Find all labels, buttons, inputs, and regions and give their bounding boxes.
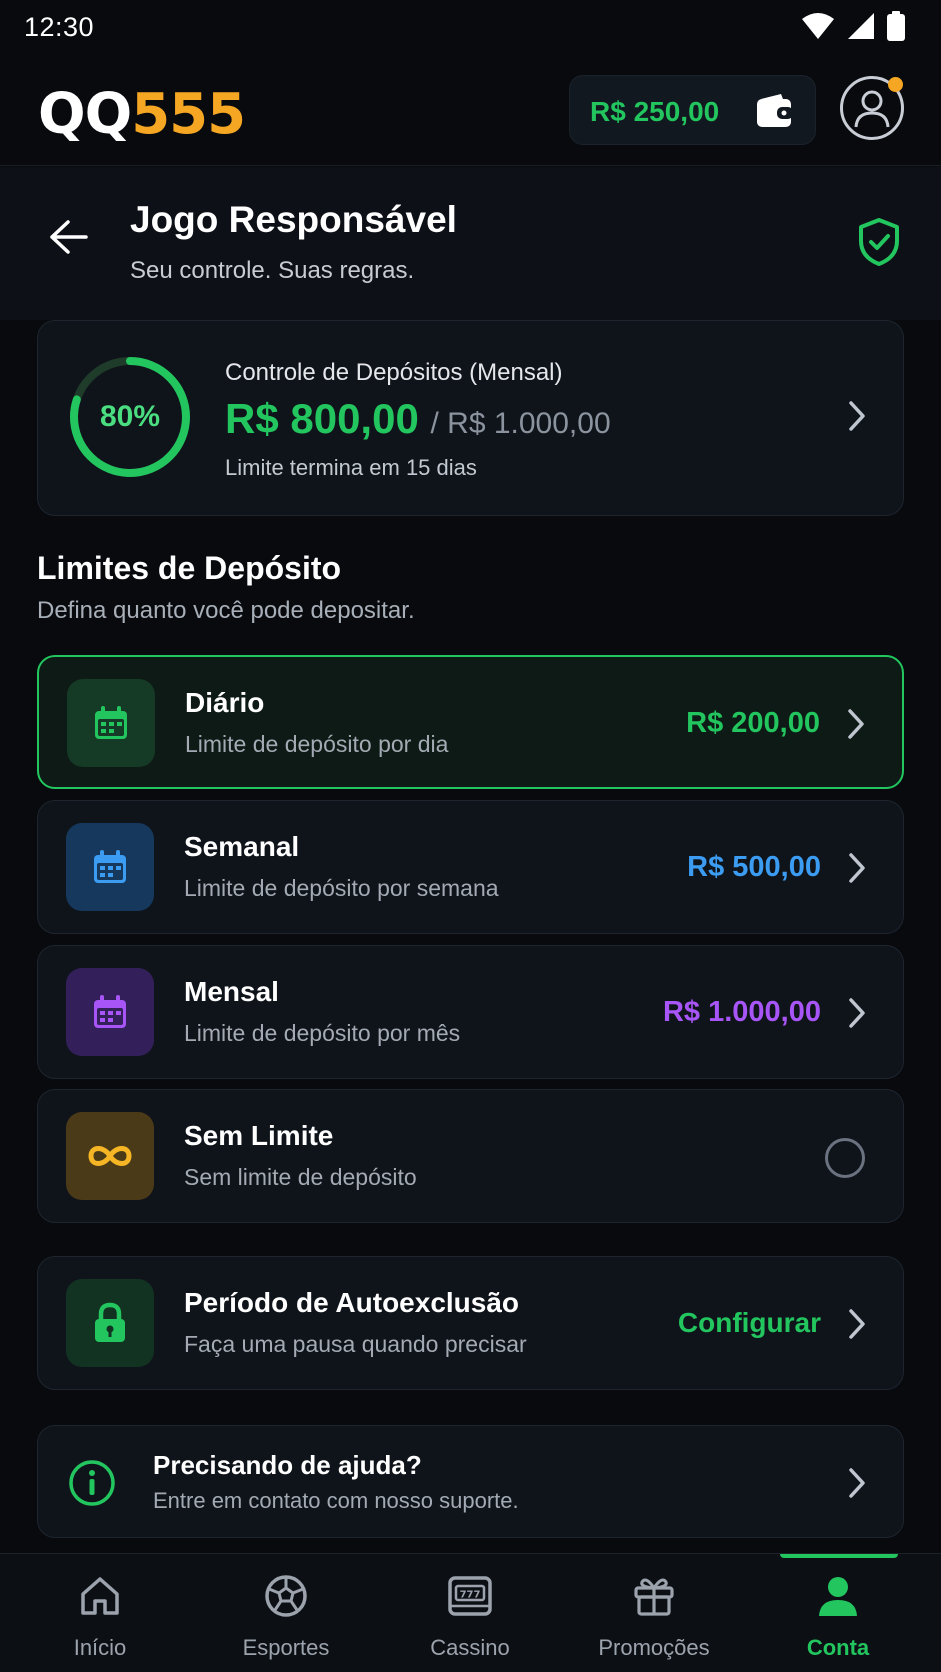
battery-icon bbox=[887, 11, 905, 41]
help-card[interactable]: Precisando de ajuda? Entre em contato co… bbox=[37, 1425, 904, 1538]
nav-label: Cassino bbox=[430, 1635, 510, 1660]
home-icon bbox=[81, 1577, 119, 1615]
nav-sports[interactable]: Esportes bbox=[194, 1554, 378, 1672]
app-header: QQ555 R$ 250,00 bbox=[0, 56, 941, 166]
limit-value: R$ 500,00 bbox=[687, 851, 821, 883]
limit-title: Semanal bbox=[184, 831, 300, 862]
notification-dot bbox=[888, 77, 903, 92]
progress-percent: 80% bbox=[99, 400, 161, 433]
nav-account[interactable]: Conta bbox=[746, 1554, 930, 1672]
screen: 12:30 QQ555 R$ 250,00 Jogo Responsável S… bbox=[0, 0, 941, 1672]
limit-subtitle: Limite de depósito por dia bbox=[185, 731, 449, 757]
page-header: Jogo Responsável Seu controle. Suas regr… bbox=[0, 167, 941, 320]
gift-icon bbox=[634, 1578, 674, 1616]
calendar-icon bbox=[94, 850, 126, 883]
nav-label: Promoções bbox=[598, 1635, 710, 1660]
help-subtitle: Entre em contato com nosso suporte. bbox=[153, 1488, 519, 1513]
self-exclusion-subtitle: Faça uma pausa quando precisar bbox=[184, 1331, 527, 1357]
nav-home[interactable]: Início bbox=[8, 1554, 192, 1672]
summary-label: Controle de Depósitos (Mensal) bbox=[225, 359, 563, 386]
bottom-navigation: Início Esportes 777 Cassino Promoções Co… bbox=[0, 1553, 941, 1672]
limit-icon-box bbox=[66, 823, 154, 911]
svg-text:777: 777 bbox=[460, 1590, 481, 1601]
section-title: Limites de Depósito bbox=[37, 550, 342, 586]
limit-subtitle: Sem limite de depósito bbox=[184, 1164, 417, 1190]
chevron-right-icon bbox=[848, 709, 864, 739]
user-icon bbox=[819, 1577, 857, 1616]
summary-note: Limite termina em 15 dias bbox=[225, 455, 477, 480]
limit-option-monthly[interactable]: Mensal Limite de depósito por mês R$ 1.0… bbox=[37, 945, 904, 1079]
logo-accent: 555 bbox=[131, 82, 246, 147]
logo[interactable]: QQ555 bbox=[38, 82, 246, 147]
page-subtitle: Seu controle. Suas regras. bbox=[130, 257, 415, 284]
page-title: Jogo Responsável bbox=[130, 199, 457, 240]
help-title: Precisando de ajuda? bbox=[153, 1450, 422, 1480]
chevron-right-icon bbox=[849, 998, 865, 1028]
balance-value: R$ 250,00 bbox=[590, 96, 720, 127]
info-icon bbox=[69, 1460, 115, 1506]
configure-link[interactable]: Configurar bbox=[678, 1307, 821, 1339]
system-icons bbox=[801, 11, 905, 41]
self-exclusion-card[interactable]: Período de Autoexclusão Faça uma pausa q… bbox=[37, 1256, 904, 1390]
slot-machine-icon: 777 bbox=[448, 1576, 492, 1616]
amount-limit: / R$ 1.000,00 bbox=[430, 407, 611, 440]
balance-button[interactable]: R$ 250,00 bbox=[569, 75, 816, 145]
nav-casino[interactable]: 777 Cassino bbox=[378, 1554, 562, 1672]
infinity-icon bbox=[88, 1146, 132, 1166]
status-bar: 12:30 bbox=[0, 0, 941, 56]
radio-button[interactable] bbox=[825, 1138, 865, 1178]
chevron-right-icon bbox=[849, 853, 865, 883]
limit-subtitle: Limite de depósito por mês bbox=[184, 1020, 461, 1046]
nav-promotions[interactable]: Promoções bbox=[562, 1554, 746, 1672]
chevron-right-icon bbox=[849, 1468, 865, 1498]
amount-used: R$ 800,00 bbox=[225, 395, 419, 442]
status-time: 12:30 bbox=[24, 12, 95, 42]
nav-label: Início bbox=[73, 1635, 127, 1660]
lock-icon bbox=[95, 1302, 125, 1342]
chevron-right-icon bbox=[849, 1309, 865, 1339]
limit-icon-box bbox=[66, 968, 154, 1056]
limit-value: R$ 1.000,00 bbox=[662, 996, 821, 1028]
nav-label: Esportes bbox=[242, 1635, 330, 1660]
limit-option-weekly[interactable]: Semanal Limite de depósito por semana R$… bbox=[37, 800, 904, 934]
cell-signal-icon bbox=[848, 13, 874, 39]
deposit-control-card[interactable]: 80% Controle de Depósitos (Mensal) R$ 80… bbox=[37, 320, 904, 516]
shield-check-icon bbox=[859, 218, 899, 266]
limit-value: R$ 200,00 bbox=[686, 707, 820, 739]
limit-subtitle: Limite de depósito por semana bbox=[184, 875, 499, 901]
summary-amount: R$ 800,00 / R$ 1.000,00 bbox=[225, 395, 611, 443]
back-arrow-icon[interactable] bbox=[48, 219, 90, 255]
limit-icon-box bbox=[66, 1112, 154, 1200]
ball-icon bbox=[265, 1575, 307, 1617]
limit-option-daily[interactable]: Diário Limite de depósito por dia R$ 200… bbox=[37, 655, 904, 789]
lock-icon-box bbox=[66, 1279, 154, 1367]
limit-icon-box bbox=[67, 679, 155, 767]
nav-label: Conta bbox=[806, 1635, 870, 1660]
profile-avatar[interactable] bbox=[840, 76, 904, 140]
limit-option-unlimited[interactable]: Sem Limite Sem limite de depósito bbox=[37, 1089, 904, 1223]
logo-primary: QQ bbox=[38, 82, 132, 147]
wallet-icon bbox=[757, 94, 793, 127]
chevron-right-icon bbox=[849, 401, 865, 431]
limit-title: Diário bbox=[185, 687, 265, 718]
calendar-icon bbox=[94, 995, 126, 1028]
limit-title: Mensal bbox=[184, 976, 279, 1007]
section-subtitle: Defina quanto você pode depositar. bbox=[37, 597, 415, 624]
self-exclusion-title: Período de Autoexclusão bbox=[184, 1287, 520, 1318]
wifi-icon bbox=[802, 13, 834, 39]
limit-title: Sem Limite bbox=[184, 1120, 334, 1151]
calendar-icon bbox=[95, 706, 127, 739]
progress-ring: 80% bbox=[68, 355, 192, 479]
